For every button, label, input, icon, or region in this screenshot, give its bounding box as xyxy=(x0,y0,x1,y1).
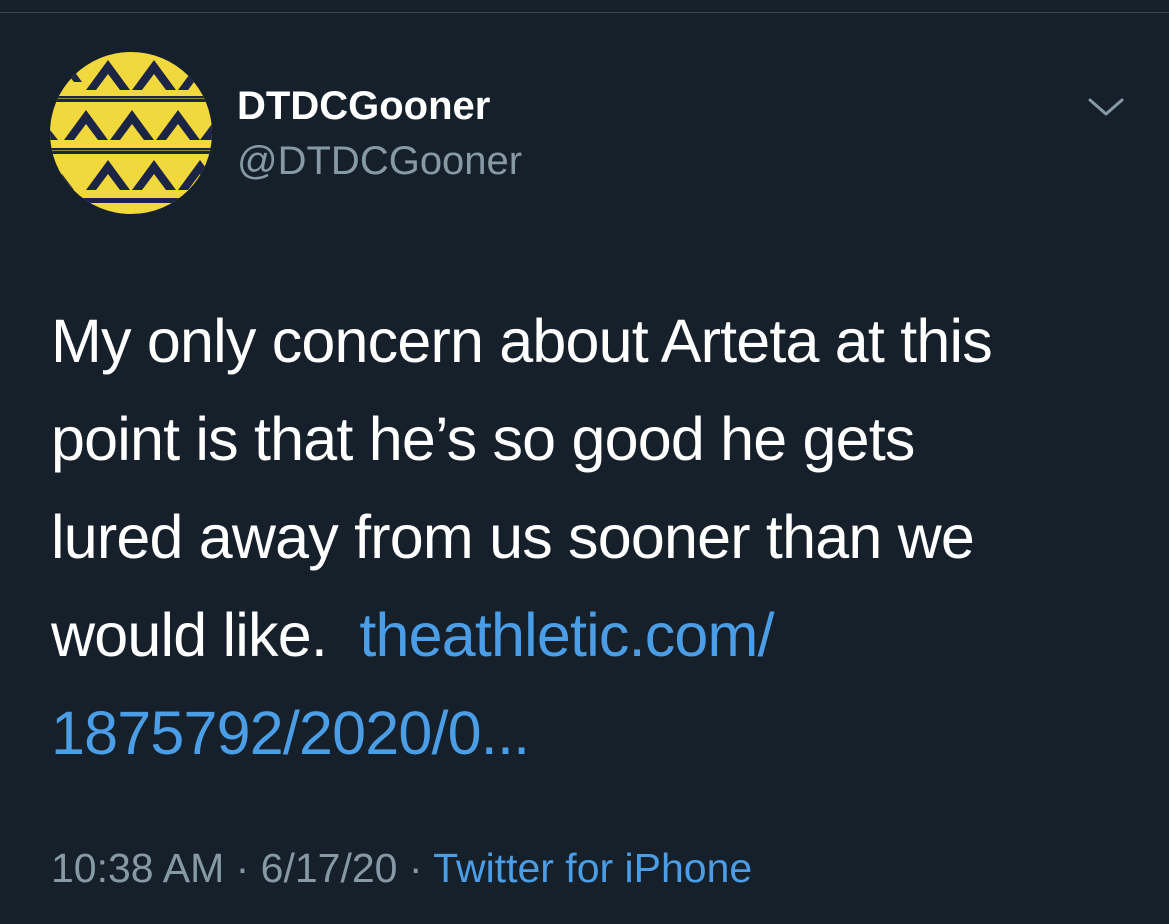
tweet-date[interactable]: 6/17/20 xyxy=(261,845,398,891)
tweet-metadata: 10:38 AM · 6/17/20 · Twitter for iPhone xyxy=(51,842,752,894)
avatar-zigzag-icon xyxy=(50,52,212,214)
top-divider xyxy=(0,12,1169,13)
profile-avatar[interactable] xyxy=(50,52,212,214)
tweet-source[interactable]: Twitter for iPhone xyxy=(433,845,752,891)
tweet-text: My only concern about Arteta at this poi… xyxy=(51,292,1131,782)
tweet-link-continuation-line: 1875792/2020/0... xyxy=(51,684,1131,782)
tweet-text-line-with-link: would like. theathletic.com/ xyxy=(51,586,1131,684)
tweet-link-continuation[interactable]: 1875792/2020/0... xyxy=(51,699,530,767)
meta-separator: · xyxy=(397,845,434,891)
chevron-down-icon[interactable] xyxy=(1086,92,1126,122)
tweet-link[interactable]: theathletic.com/ xyxy=(359,601,774,669)
author-handle[interactable]: @DTDCGooner xyxy=(237,135,522,187)
tweet-text-line: would like. xyxy=(51,601,328,669)
tweet-text-line: lured away from us sooner than we xyxy=(51,503,975,571)
tweet-text-line: My only concern about Arteta at this xyxy=(51,307,993,375)
author-display-name[interactable]: DTDCGooner xyxy=(237,80,490,132)
tweet-text-line: point is that he’s so good he gets xyxy=(51,405,915,473)
meta-separator: · xyxy=(224,845,261,891)
tweet-time[interactable]: 10:38 AM xyxy=(51,845,224,891)
